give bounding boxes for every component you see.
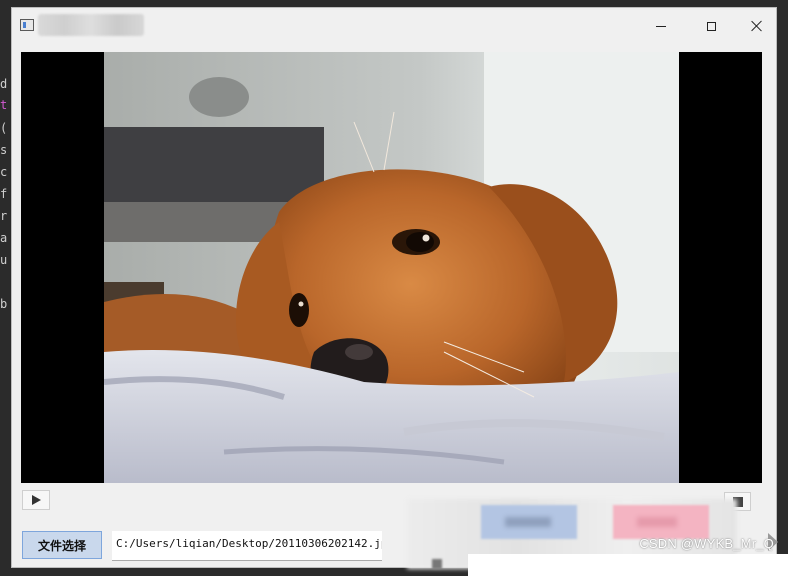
play-button[interactable] bbox=[22, 490, 50, 510]
close-icon bbox=[750, 20, 762, 32]
close-button[interactable] bbox=[733, 8, 779, 44]
blurred-blue-button[interactable] bbox=[481, 505, 577, 539]
title-bar[interactable] bbox=[12, 8, 776, 44]
file-select-button[interactable]: 文件选择 bbox=[22, 531, 102, 559]
maximize-icon bbox=[706, 21, 716, 31]
minimize-button[interactable] bbox=[638, 8, 684, 44]
bottom-white-strip bbox=[468, 554, 788, 576]
file-path-field[interactable]: C:/Users/liqian/Desktop/20110306202142.j… bbox=[112, 531, 382, 561]
dog-photo bbox=[104, 52, 679, 483]
app-icon bbox=[20, 19, 34, 31]
minimize-icon bbox=[656, 25, 666, 27]
maximize-button[interactable] bbox=[688, 8, 734, 44]
video-display[interactable] bbox=[21, 52, 762, 483]
play-icon bbox=[31, 495, 41, 505]
window-title-blurred bbox=[38, 14, 144, 36]
blurred-pink-button[interactable] bbox=[613, 505, 709, 539]
media-player-window: 文件选择 C:/Users/liqian/Desktop/20110306202… bbox=[11, 7, 788, 576]
watermark: CSDN @WYKB_Mr_Q bbox=[639, 536, 774, 551]
